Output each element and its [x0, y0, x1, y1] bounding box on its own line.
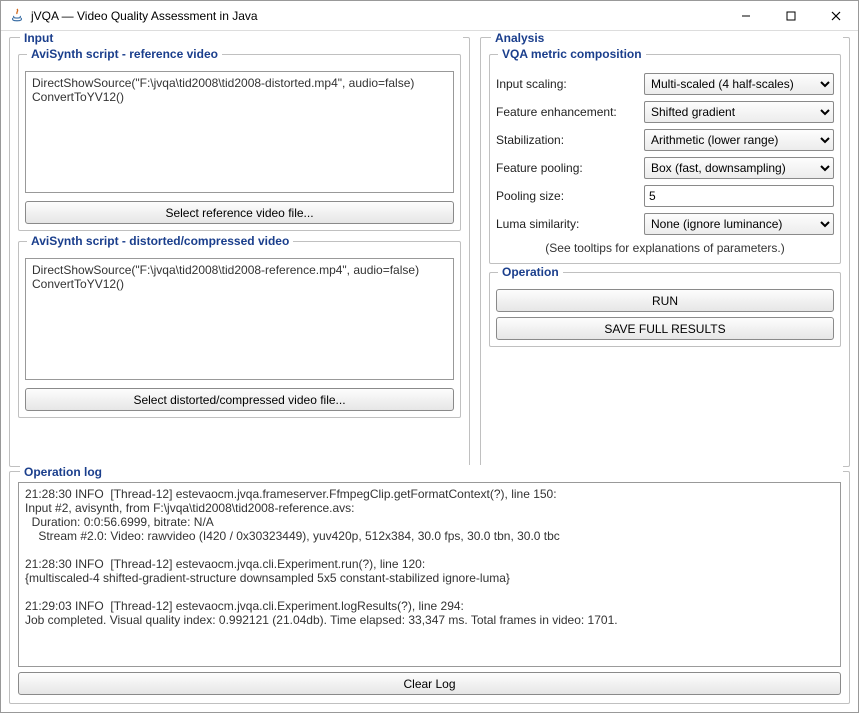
select-input-scaling[interactable]: Multi-scaled (4 half-scales): [644, 73, 834, 95]
row-feature-enhancement: Feature enhancement: Shifted gradient: [496, 101, 834, 123]
row-pooling-size: Pooling size:: [496, 185, 834, 207]
select-feature-enhancement[interactable]: Shifted gradient: [644, 101, 834, 123]
app-window: jVQA — Video Quality Assessment in Java …: [0, 0, 859, 713]
select-feature-pooling[interactable]: Box (fast, downsampling): [644, 157, 834, 179]
vqa-group: VQA metric composition Input scaling: Mu…: [489, 54, 841, 264]
minimize-button[interactable]: [723, 1, 768, 30]
select-stabilization[interactable]: Arithmetic (lower range): [644, 129, 834, 151]
label-feature-enhancement: Feature enhancement:: [496, 105, 636, 119]
oplog-panel: Operation log 21:28:30 INFO [Thread-12] …: [9, 471, 850, 704]
input-panel: Input AviSynth script - reference video …: [9, 37, 470, 467]
maximize-button[interactable]: [768, 1, 813, 30]
java-icon: [9, 8, 25, 24]
ref-group: AviSynth script - reference video Select…: [18, 54, 461, 231]
ref-legend: AviSynth script - reference video: [27, 47, 222, 61]
dist-group: AviSynth script - distorted/compressed v…: [18, 241, 461, 418]
close-button[interactable]: [813, 1, 858, 30]
clear-log-button[interactable]: Clear Log: [18, 672, 841, 695]
row-stabilization: Stabilization: Arithmetic (lower range): [496, 129, 834, 151]
dist-legend: AviSynth script - distorted/compressed v…: [27, 234, 293, 248]
analysis-panel: Analysis VQA metric composition Input sc…: [480, 37, 850, 467]
log-textarea[interactable]: 21:28:30 INFO [Thread-12] estevaocm.jvqa…: [18, 482, 841, 667]
vqa-hint: (See tooltips for explanations of parame…: [496, 241, 834, 255]
run-button[interactable]: RUN: [496, 289, 834, 312]
vqa-legend: VQA metric composition: [498, 47, 646, 61]
analysis-legend: Analysis: [491, 31, 843, 45]
input-pooling-size[interactable]: [644, 185, 834, 207]
input-legend: Input: [20, 31, 463, 45]
select-luma-similarity[interactable]: None (ignore luminance): [644, 213, 834, 235]
operation-legend: Operation: [498, 265, 563, 279]
window-buttons: [723, 1, 858, 30]
row-input-scaling: Input scaling: Multi-scaled (4 half-scal…: [496, 73, 834, 95]
window-title: jVQA — Video Quality Assessment in Java: [31, 9, 723, 23]
content-area: Input AviSynth script - reference video …: [1, 31, 858, 712]
row-feature-pooling: Feature pooling: Box (fast, downsampling…: [496, 157, 834, 179]
label-luma-similarity: Luma similarity:: [496, 217, 636, 231]
label-pooling-size: Pooling size:: [496, 189, 636, 203]
select-distorted-button[interactable]: Select distorted/compressed video file..…: [25, 388, 454, 411]
save-results-button[interactable]: SAVE FULL RESULTS: [496, 317, 834, 340]
select-reference-button[interactable]: Select reference video file...: [25, 201, 454, 224]
ref-script-textarea[interactable]: [25, 71, 454, 193]
label-input-scaling: Input scaling:: [496, 77, 636, 91]
titlebar: jVQA — Video Quality Assessment in Java: [1, 1, 858, 31]
row-luma-similarity: Luma similarity: None (ignore luminance): [496, 213, 834, 235]
operation-group: Operation RUN SAVE FULL RESULTS: [489, 272, 841, 347]
dist-script-textarea[interactable]: [25, 258, 454, 380]
label-stabilization: Stabilization:: [496, 133, 636, 147]
oplog-legend: Operation log: [20, 465, 843, 479]
top-row: Input AviSynth script - reference video …: [9, 37, 850, 467]
label-feature-pooling: Feature pooling:: [496, 161, 636, 175]
